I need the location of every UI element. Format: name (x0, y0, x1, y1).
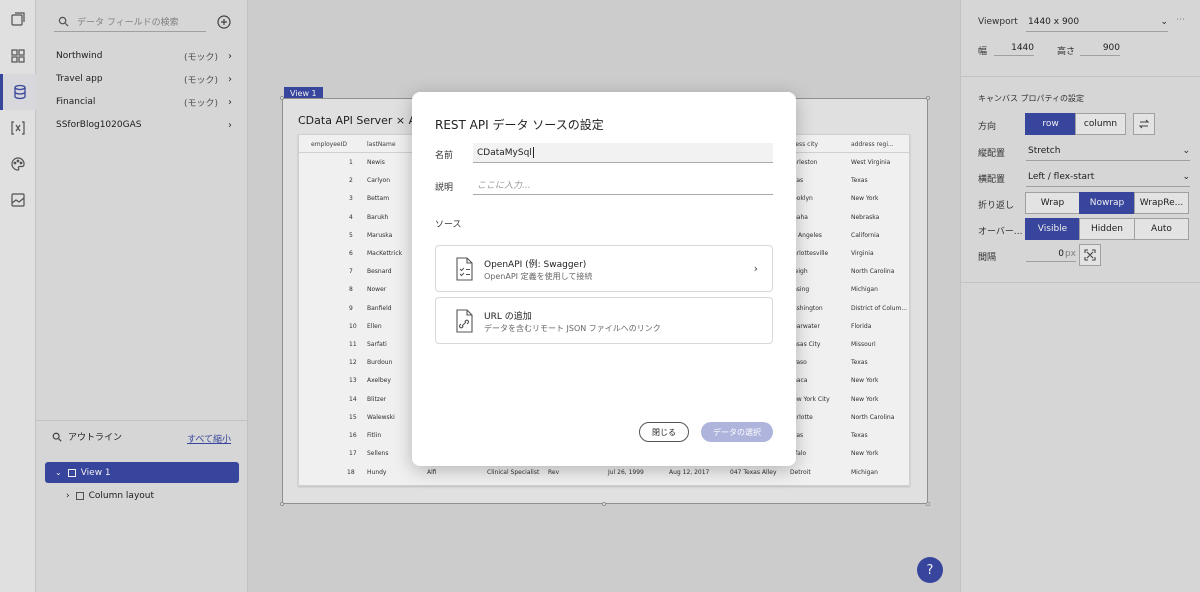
chevron-right-icon: › (753, 262, 758, 275)
description-placeholder: ここに入力... (477, 181, 531, 191)
url-title: URL の追加 (484, 312, 532, 322)
name-input[interactable]: CDataMySql (473, 143, 773, 163)
description-input[interactable]: ここに入力... (473, 175, 773, 195)
select-data-button[interactable]: データの選択 (701, 422, 773, 442)
text-caret (532, 147, 534, 158)
source-label: ソース (435, 220, 462, 230)
name-label: 名前 (435, 151, 454, 161)
openapi-title: OpenAPI (例: Swagger) (484, 260, 587, 270)
name-value: CDataMySql (477, 147, 532, 158)
close-button[interactable]: 閉じる (639, 422, 689, 442)
url-description: データを含むリモート JSON ファイルへのリンク (484, 324, 661, 333)
link-document-icon (456, 309, 473, 333)
checklist-document-icon (456, 257, 473, 281)
url-source-option[interactable]: URL の追加 データを含むリモート JSON ファイルへのリンク (435, 297, 773, 344)
description-label: 説明 (435, 183, 454, 193)
dialog-title: REST API データ ソースの設定 (435, 118, 604, 132)
openapi-description: OpenAPI 定義を使用して接続 (484, 272, 593, 281)
rest-api-datasource-dialog: REST API データ ソースの設定 名前 CDataMySql 説明 ここに… (412, 92, 796, 466)
openapi-source-option[interactable]: OpenAPI (例: Swagger) OpenAPI 定義を使用して接続 › (435, 245, 773, 292)
